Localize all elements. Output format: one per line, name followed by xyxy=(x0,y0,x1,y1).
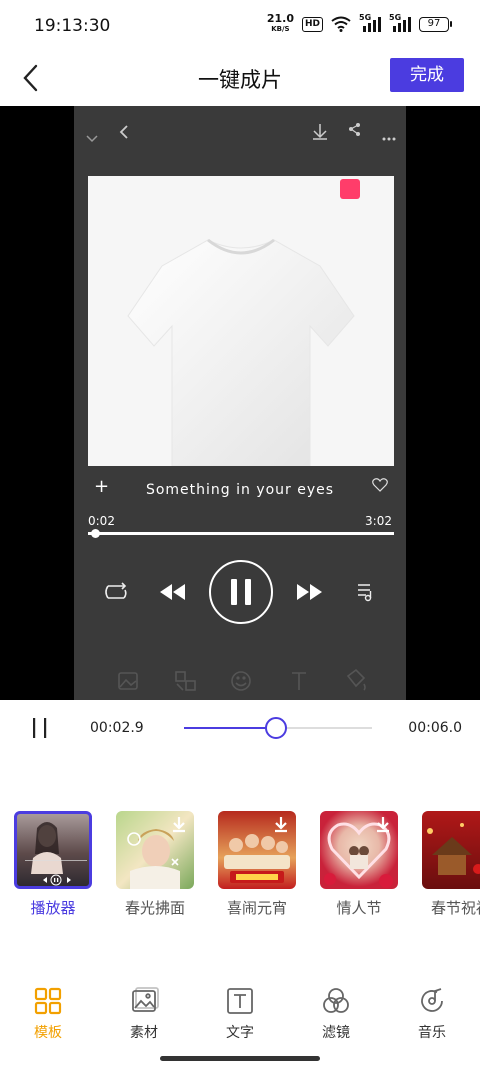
tshirt-image xyxy=(127,238,355,466)
playlist-icon xyxy=(358,584,372,602)
download-icon xyxy=(377,817,389,833)
previous-icon xyxy=(160,584,185,600)
timeline-bar: 00:02.9 00:06.0 xyxy=(0,700,480,756)
timeline-slider-fill xyxy=(184,727,277,729)
template-thumbnail xyxy=(218,811,296,889)
preview-toolbar xyxy=(74,664,406,700)
template-item[interactable]: 喜闹元宵 xyxy=(216,806,298,918)
download-icon xyxy=(275,817,287,833)
template-item[interactable]: 春节祝福 xyxy=(420,806,480,918)
video-preview[interactable]: + Something in your eyes 0:02 3:02 xyxy=(0,106,480,700)
done-button[interactable]: 完成 xyxy=(390,58,464,92)
template-thumbnail xyxy=(14,811,92,889)
heart-icon xyxy=(372,478,388,492)
template-label: 春节祝福 xyxy=(430,899,480,917)
timeline-slider-knob[interactable] xyxy=(265,717,288,739)
template-thumbnail xyxy=(116,811,194,889)
text-icon xyxy=(227,988,253,1014)
song-duration: 3:02 xyxy=(365,514,392,528)
song-progress-bar xyxy=(88,529,394,538)
template-list: 播放器 春光拂面 喜闹元宵 情人节 春节祝 xyxy=(0,806,480,926)
next-icon xyxy=(297,584,322,600)
network-speed-value: 21.0 xyxy=(266,12,294,25)
status-bar: 19:13:30 21.0 KB/S HD 5G 5G 97 xyxy=(0,0,480,52)
signal-icon-1: 5G xyxy=(359,13,381,32)
tab-label: 滤镜 xyxy=(322,1025,350,1041)
song-title: Something in your eyes xyxy=(145,482,335,498)
timeline-slider[interactable] xyxy=(184,717,372,739)
network-speed-unit: KB/S xyxy=(271,25,290,33)
player-controls xyxy=(74,556,406,628)
tab-template[interactable]: 模板 xyxy=(8,986,88,1042)
template-label: 喜闹元宵 xyxy=(226,899,287,917)
template-thumbnail xyxy=(320,811,398,889)
tab-music[interactable]: 音乐 xyxy=(392,986,472,1042)
template-label: 播放器 xyxy=(30,899,76,917)
grid-icon xyxy=(34,987,62,1015)
download-icon xyxy=(173,817,185,833)
tab-label: 素材 xyxy=(130,1025,158,1041)
image-icon xyxy=(132,987,159,1012)
tab-filter[interactable]: 滤镜 xyxy=(296,986,376,1042)
template-item[interactable]: 情人节 xyxy=(318,806,400,918)
template-label: 春光拂面 xyxy=(124,899,185,917)
template-thumbnail xyxy=(422,811,480,889)
preview-frame: + Something in your eyes 0:02 3:02 xyxy=(74,106,406,700)
tab-label: 模板 xyxy=(34,1025,62,1041)
network-speed: 21.0 KB/S xyxy=(266,12,294,34)
top-bar: 一键成片 完成 xyxy=(0,52,480,106)
tab-material[interactable]: 素材 xyxy=(104,986,184,1042)
filter-icon xyxy=(323,988,349,1013)
tab-label: 文字 xyxy=(226,1025,254,1041)
template-item[interactable]: 播放器 xyxy=(12,806,94,918)
current-time: 00:02.9 xyxy=(90,720,144,736)
repeat-icon xyxy=(105,582,127,599)
music-icon xyxy=(421,988,443,1012)
elapsed-time: 0:02 xyxy=(88,514,115,528)
wifi-icon xyxy=(331,16,351,32)
template-label: 情人节 xyxy=(336,899,382,917)
template-item[interactable]: 春光拂面 xyxy=(114,806,196,918)
tab-label: 音乐 xyxy=(418,1025,446,1041)
status-icons: 21.0 KB/S HD 5G 5G 97 xyxy=(266,12,452,34)
hd-icon: HD xyxy=(301,16,323,32)
signal-icon-2: 5G xyxy=(389,13,411,32)
tab-text[interactable]: 文字 xyxy=(200,986,280,1042)
pause-button-icon xyxy=(209,560,273,624)
clock: 19:13:30 xyxy=(34,16,111,36)
battery-level: 97 xyxy=(419,16,449,32)
bottom-tab-bar: 模板 素材 文字 滤镜 音乐 xyxy=(0,986,480,1046)
album-cover xyxy=(88,176,394,466)
song-progress-knob xyxy=(91,529,101,538)
total-time: 00:06.0 xyxy=(408,720,462,736)
home-indicator xyxy=(160,1056,320,1061)
timeline-pause-icon[interactable] xyxy=(30,716,52,740)
battery-icon: 97 xyxy=(419,16,452,32)
preview-top-bar xyxy=(74,106,406,156)
layers-badge-icon xyxy=(340,179,360,199)
